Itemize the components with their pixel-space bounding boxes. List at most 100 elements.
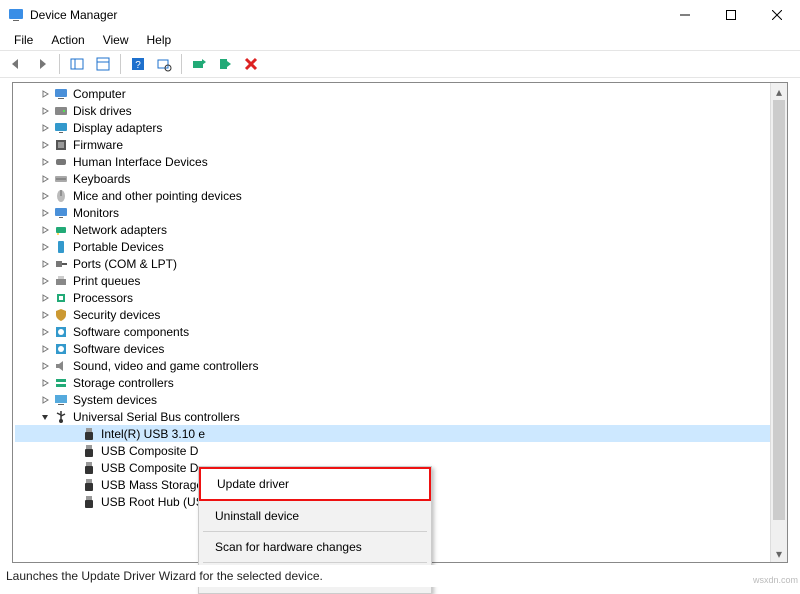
tree-category[interactable]: Sound, video and game controllers — [15, 357, 787, 374]
device-icon — [53, 375, 69, 391]
expand-icon[interactable] — [39, 156, 51, 168]
tree-label: Monitors — [73, 206, 119, 220]
tree-category[interactable]: Computer — [15, 85, 787, 102]
expand-icon[interactable] — [39, 309, 51, 321]
uninstall-device-button[interactable] — [239, 52, 263, 76]
expand-icon[interactable] — [39, 88, 51, 100]
tree-label: Display adapters — [73, 121, 162, 135]
ctx-separator — [203, 531, 427, 532]
tree-category[interactable]: Storage controllers — [15, 374, 787, 391]
tree-category[interactable]: Network adapters — [15, 221, 787, 238]
tree-category[interactable]: Print queues — [15, 272, 787, 289]
update-driver-button[interactable] — [187, 52, 211, 76]
svg-text:?: ? — [135, 60, 141, 71]
tree-category[interactable]: Software components — [15, 323, 787, 340]
help-button[interactable]: ? — [126, 52, 150, 76]
minimize-button[interactable] — [662, 0, 708, 30]
expand-icon[interactable] — [39, 139, 51, 151]
forward-button[interactable] — [30, 52, 54, 76]
tree-category[interactable]: Human Interface Devices — [15, 153, 787, 170]
tree-category[interactable]: Security devices — [15, 306, 787, 323]
enable-device-button[interactable] — [213, 52, 237, 76]
scan-hardware-button[interactable] — [152, 52, 176, 76]
tree-device-usb[interactable]: Intel(R) USB 3.10 e — [15, 425, 787, 442]
scroll-up-icon[interactable]: ▴ — [771, 83, 787, 100]
show-hide-tree-button[interactable] — [65, 52, 89, 76]
expand-icon[interactable] — [39, 173, 51, 185]
tree-category[interactable]: Monitors — [15, 204, 787, 221]
collapse-icon[interactable] — [39, 411, 51, 423]
scroll-thumb[interactable] — [773, 100, 785, 520]
device-icon — [53, 341, 69, 357]
tree-label: Software components — [73, 325, 189, 339]
tree-category[interactable]: System devices — [15, 391, 787, 408]
expand-icon[interactable] — [39, 224, 51, 236]
close-button[interactable] — [754, 0, 800, 30]
tree-category-usb[interactable]: Universal Serial Bus controllers — [15, 408, 787, 425]
menu-file[interactable]: File — [6, 31, 41, 49]
properties-button[interactable] — [91, 52, 115, 76]
tree-category[interactable]: Mice and other pointing devices — [15, 187, 787, 204]
expand-icon[interactable] — [39, 241, 51, 253]
ctx-scan-hardware[interactable]: Scan for hardware changes — [201, 534, 429, 560]
expand-icon[interactable] — [39, 326, 51, 338]
app-icon — [8, 7, 24, 23]
maximize-button[interactable] — [708, 0, 754, 30]
back-button[interactable] — [4, 52, 28, 76]
tree-device-usb[interactable]: USB Composite D — [15, 442, 787, 459]
tree-category[interactable]: Processors — [15, 289, 787, 306]
device-icon — [53, 222, 69, 238]
expand-spacer — [67, 445, 79, 457]
tree-category[interactable]: Keyboards — [15, 170, 787, 187]
tree-label: Ports (COM & LPT) — [73, 257, 177, 271]
usb-device-icon — [81, 443, 97, 459]
tree-label: Intel(R) USB 3.10 e — [101, 427, 205, 441]
usb-device-icon — [81, 494, 97, 510]
expand-icon[interactable] — [39, 207, 51, 219]
tree-category[interactable]: Firmware — [15, 136, 787, 153]
expand-icon[interactable] — [39, 122, 51, 134]
tree-category[interactable]: Software devices — [15, 340, 787, 357]
expand-spacer — [67, 462, 79, 474]
device-icon — [53, 239, 69, 255]
tree-label: USB Root Hub (US — [101, 495, 204, 509]
expand-icon[interactable] — [39, 394, 51, 406]
tree-label: Software devices — [73, 342, 164, 356]
tree-category[interactable]: Portable Devices — [15, 238, 787, 255]
expand-icon[interactable] — [39, 343, 51, 355]
expand-icon[interactable] — [39, 105, 51, 117]
tree-label: Keyboards — [73, 172, 130, 186]
expand-icon[interactable] — [39, 258, 51, 270]
usb-device-icon — [81, 460, 97, 476]
ctx-separator — [203, 562, 427, 563]
window-title: Device Manager — [30, 8, 662, 22]
device-icon — [53, 188, 69, 204]
ctx-uninstall-device[interactable]: Uninstall device — [201, 503, 429, 529]
expand-icon[interactable] — [39, 190, 51, 202]
tree-label: Mice and other pointing devices — [73, 189, 242, 203]
expand-icon[interactable] — [39, 292, 51, 304]
device-icon — [53, 154, 69, 170]
scroll-down-icon[interactable]: ▾ — [771, 545, 787, 562]
menu-help[interactable]: Help — [139, 31, 180, 49]
menu-view[interactable]: View — [95, 31, 137, 49]
expand-icon[interactable] — [39, 377, 51, 389]
expand-icon[interactable] — [39, 360, 51, 372]
tree-category[interactable]: Disk drives — [15, 102, 787, 119]
tree-label: System devices — [73, 393, 157, 407]
tree-label: Network adapters — [73, 223, 167, 237]
expand-icon[interactable] — [39, 275, 51, 287]
device-icon — [53, 290, 69, 306]
toolbar-separator — [59, 54, 60, 74]
tree-label: USB Mass Storage — [101, 478, 203, 492]
usb-device-icon — [81, 477, 97, 493]
device-icon — [53, 137, 69, 153]
tree-label: Human Interface Devices — [73, 155, 208, 169]
tree-category[interactable]: Display adapters — [15, 119, 787, 136]
scrollbar[interactable]: ▴ ▾ — [770, 83, 787, 562]
ctx-update-driver[interactable]: Update driver — [199, 467, 431, 501]
device-icon — [53, 86, 69, 102]
tree-category[interactable]: Ports (COM & LPT) — [15, 255, 787, 272]
menu-action[interactable]: Action — [43, 31, 92, 49]
device-icon — [53, 324, 69, 340]
